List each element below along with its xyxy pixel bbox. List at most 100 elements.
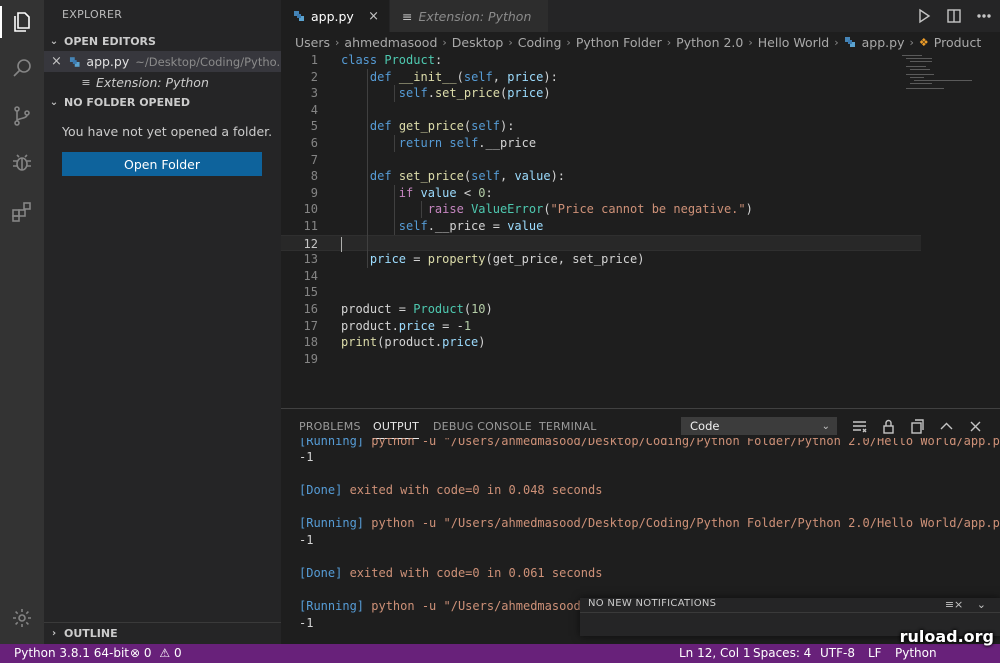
code-line[interactable]: 7 (281, 152, 921, 169)
breadcrumb-item[interactable]: ahmedmasood (344, 35, 437, 50)
code-editor[interactable]: 1 class Product: 2 def __init__(self, pric… (281, 52, 1000, 408)
output-line: [Running] python -u "/Users/ahmedmasood/… (299, 599, 603, 613)
more-actions-icon[interactable] (976, 8, 992, 24)
maximize-panel-icon[interactable] (938, 418, 955, 435)
explorer-icon[interactable] (0, 0, 44, 44)
breadcrumb-item[interactable]: Coding (518, 35, 562, 50)
breadcrumb-item[interactable]: Product (934, 35, 981, 50)
breadcrumb-item[interactable]: Python Folder (576, 35, 662, 50)
python-file-icon (844, 37, 855, 47)
tab-debug-console[interactable]: DEBUG CONSOLE (433, 409, 532, 443)
code-line[interactable]: 8 def set_price(self, value): (281, 168, 921, 185)
open-editor-item-extension[interactable]: ≡ Extension: Python (44, 72, 281, 93)
breadcrumb-item[interactable]: Desktop (452, 35, 504, 50)
open-editors-label: OPEN EDITORS (64, 34, 156, 48)
line-number: 1 (310, 53, 318, 67)
no-folder-label: NO FOLDER OPENED (64, 95, 190, 109)
code-line[interactable]: 10 raise ValueError("Price cannot be neg… (281, 201, 921, 218)
code-line[interactable]: 9 if value < 0: (281, 185, 921, 202)
python-file-icon (69, 56, 80, 67)
problems-indicator[interactable]: ⊗ 0 ⚠ 0 (130, 644, 182, 663)
open-log-icon[interactable] (909, 418, 926, 435)
debug-icon[interactable] (0, 141, 44, 185)
code-line[interactable]: 3 self.set_price(price) (281, 85, 921, 102)
run-icon[interactable] (916, 8, 932, 24)
output-line: -1 (299, 616, 314, 630)
clear-output-icon[interactable] (851, 418, 868, 435)
tab-terminal[interactable]: TERMINAL (539, 409, 597, 443)
code-line[interactable]: 18 print(product.price) (281, 334, 921, 351)
code-line[interactable]: 2 def __init__(self, price): (281, 69, 921, 86)
code-text: class Product: (341, 53, 443, 67)
line-number: 17 (303, 318, 318, 333)
cursor-position[interactable]: Ln 12, Col 1 (679, 644, 751, 663)
tab-output[interactable]: OUTPUT (373, 409, 420, 443)
extensions-icon[interactable] (0, 190, 44, 234)
open-folder-button[interactable]: Open Folder (62, 152, 262, 176)
tab-label: app.py (311, 8, 354, 24)
indent-guide (394, 184, 395, 235)
code-text: raise ValueError("Price cannot be negati… (427, 202, 753, 217)
output-line: -1 (299, 450, 314, 464)
breadcrumb-item[interactable]: Users (295, 35, 330, 50)
clear-all-icon[interactable]: ≡× (945, 598, 963, 611)
tab-close-icon[interactable]: × (368, 9, 379, 24)
notifications-title: NO NEW NOTIFICATIONS (588, 598, 717, 609)
breadcrumb-item[interactable]: Python 2.0 (676, 35, 743, 50)
tab-extension-python[interactable]: ≡ Extension: Python (390, 0, 548, 32)
explorer-sidebar: EXPLORER ⌄ OPEN EDITORS × app.py ~/Deskt… (44, 0, 281, 644)
indent-guide (421, 201, 422, 218)
split-editor-icon[interactable] (946, 8, 962, 24)
minimap[interactable] (902, 54, 988, 94)
settings-gear-icon[interactable] (0, 596, 44, 640)
breadcrumb-item[interactable]: Hello World (758, 35, 829, 50)
code-line[interactable]: 5 def get_price(self): (281, 118, 921, 135)
activity-bar (0, 0, 44, 644)
no-folder-header[interactable]: ⌄ NO FOLDER OPENED (44, 91, 281, 113)
code-text: price = property(get_price, set_price) (369, 252, 645, 267)
code-text: def set_price(self, value): (369, 169, 566, 184)
preview-doc-icon: ≡ (81, 76, 91, 89)
code-line[interactable]: 6 return self.__price (281, 135, 921, 152)
code-line[interactable]: 14 (281, 268, 921, 285)
indent-guide (394, 135, 395, 152)
code-line[interactable]: 12 (281, 234, 921, 252)
close-icon[interactable]: × (44, 54, 69, 69)
code-text: self.__price = value (398, 219, 544, 233)
code-line[interactable]: 15 (281, 284, 921, 301)
tab-problems[interactable]: PROBLEMS (299, 409, 361, 443)
code-line[interactable]: 4 (281, 102, 921, 119)
outline-header[interactable]: › OUTLINE (44, 622, 281, 644)
lock-icon[interactable] (880, 418, 897, 435)
encoding[interactable]: UTF-8 (820, 644, 855, 663)
end-of-line[interactable]: LF (868, 644, 882, 663)
breadcrumb-item[interactable]: app.py (862, 35, 905, 50)
python-file-icon (294, 11, 304, 21)
indentation[interactable]: Spaces: 4 (753, 644, 811, 663)
line-number: 3 (310, 86, 318, 101)
code-line[interactable]: 19 (281, 351, 921, 368)
indent-guide (394, 85, 395, 102)
chevron-right-icon: › (834, 35, 839, 49)
breadcrumb: Users › ahmedmasood › Desktop › Coding › Pyt… (281, 32, 1000, 52)
close-panel-icon[interactable] (967, 418, 984, 435)
code-line[interactable]: 16 product = Product(10) (281, 301, 921, 318)
tab-app-py[interactable]: app.py × (281, 0, 389, 32)
open-editor-item-app-py[interactable]: × app.py ~/Desktop/Coding/Pytho... (44, 51, 281, 72)
code-line[interactable]: 13 price = property(get_price, set_price… (281, 251, 921, 268)
source-control-icon[interactable] (0, 94, 44, 138)
language-mode[interactable]: Python (895, 644, 937, 663)
search-icon[interactable] (0, 46, 44, 90)
warning-count: 0 (173, 646, 182, 660)
python-interpreter[interactable]: Python 3.8.1 64-bit (14, 644, 129, 663)
line-number: 14 (303, 268, 318, 283)
chevron-down-icon[interactable]: ⌄ (977, 598, 986, 611)
open-editors-header[interactable]: ⌄ OPEN EDITORS (44, 30, 281, 52)
output-line: [Done] exited with code=0 in 0.061 secon… (299, 566, 603, 580)
chevron-right-icon: › (909, 35, 914, 49)
class-symbol-icon: ❖ (918, 35, 929, 49)
output-channel-select[interactable]: Code ⌄ (681, 417, 837, 435)
code-line[interactable]: 11 self.__price = value (281, 218, 921, 235)
code-line[interactable]: 17 product.price = -1 (281, 318, 921, 335)
code-line[interactable]: 1 class Product: (281, 52, 921, 69)
